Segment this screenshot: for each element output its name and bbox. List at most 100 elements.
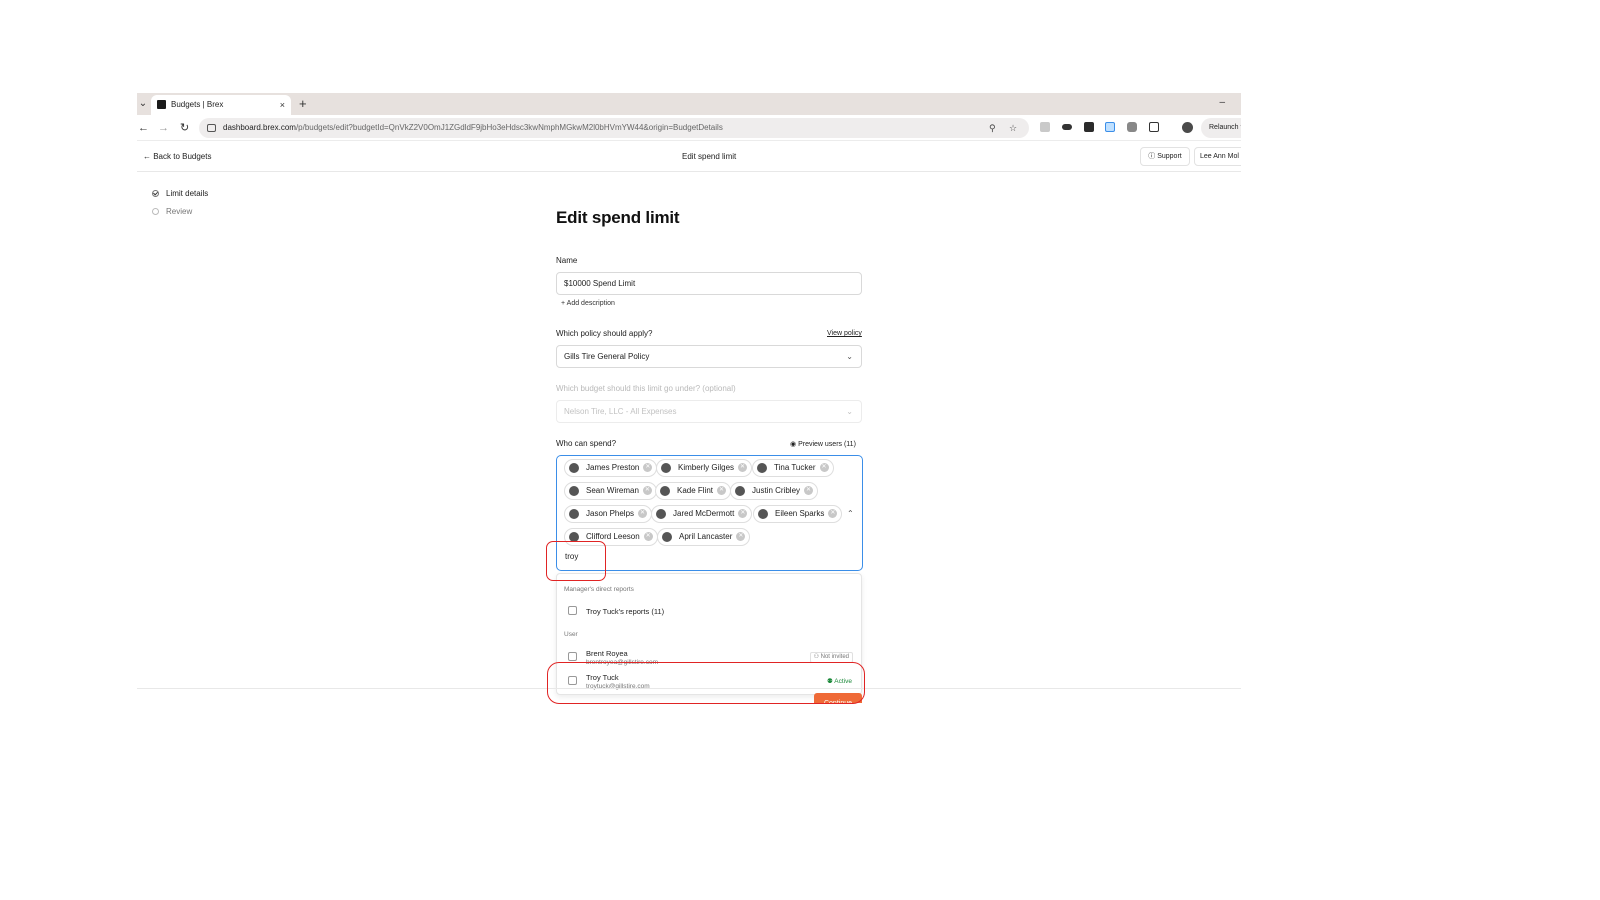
user-avatar-icon (569, 486, 579, 496)
annotation-circle-search (546, 541, 606, 581)
chip-label: April Lancaster (679, 532, 733, 541)
policy-label: Which policy should apply? (556, 329, 653, 338)
reload-icon[interactable]: ↻ (180, 121, 189, 135)
tab-strip: ⌄ Budgets | Brex × + – (137, 93, 1241, 115)
chip-label: Eileen Sparks (775, 509, 825, 518)
remove-chip-icon[interactable]: ✕ (638, 509, 648, 518)
bookmark-star-icon[interactable]: ☆ (1009, 121, 1017, 135)
budget-label: Which budget should this limit go under?… (556, 384, 736, 393)
user-avatar-icon (656, 509, 666, 519)
url-bar[interactable]: dashboard.brex.com/p/budgets/edit?budget… (199, 118, 1029, 138)
user-avatar-icon (758, 509, 768, 519)
forward-icon[interactable]: → (158, 121, 169, 135)
section-header: Manager's direct reports (564, 586, 634, 593)
check-circle-icon (152, 190, 159, 197)
chip-label: Sean Wireman (586, 486, 639, 495)
user-chip[interactable]: Sean Wireman ✕ (564, 482, 657, 500)
extension-glasses-icon[interactable] (1062, 124, 1072, 130)
preview-users-label: Preview users (11) (798, 441, 856, 448)
user-chip[interactable]: Tina Tucker ✕ (752, 459, 834, 477)
checkbox[interactable] (568, 652, 577, 661)
user-menu-button[interactable]: Lee Ann Mol (1194, 147, 1241, 166)
user-chip[interactable]: Kimberly Gilges ✕ (656, 459, 753, 477)
new-tab-button[interactable]: + (299, 94, 307, 114)
address-toolbar: ← → ↻ dashboard.brex.com/p/budgets/edit?… (137, 115, 1241, 141)
profile-avatar[interactable] (1182, 122, 1193, 133)
minimize-button[interactable]: – (1219, 93, 1225, 113)
chevron-down-icon: ⌄ (846, 352, 853, 361)
chevron-up-icon[interactable]: ⌃ (847, 509, 854, 518)
remove-chip-icon[interactable]: ✕ (643, 532, 653, 541)
site-info-icon[interactable] (207, 124, 216, 132)
annotation-circle-troy-tuck (547, 662, 865, 704)
remove-chip-icon[interactable]: ✕ (804, 486, 814, 495)
user-avatar-icon (735, 486, 745, 496)
browser-tab[interactable]: Budgets | Brex × (151, 95, 291, 115)
user-chip[interactable]: Justin Cribley ✕ (730, 482, 819, 500)
checkbox[interactable] (568, 606, 577, 615)
user-avatar-icon (757, 463, 767, 473)
eye-icon: ◉ (790, 441, 799, 448)
name-label: Name (556, 256, 578, 265)
status-text: Not invited (820, 654, 849, 660)
extension-icon[interactable] (1040, 122, 1050, 132)
help-circle-icon: ⓘ (1148, 153, 1158, 160)
preview-users-button[interactable]: ◉ Preview users (11) (790, 440, 856, 448)
tab-close-icon[interactable]: × (280, 95, 285, 115)
view-policy-link[interactable]: View policy (827, 330, 862, 337)
step-limit-details[interactable]: Limit details (152, 189, 208, 198)
remove-chip-icon[interactable]: ✕ (643, 463, 653, 472)
user-chip[interactable]: James Preston ✕ (564, 459, 658, 477)
back-icon[interactable]: ← (138, 121, 149, 135)
chip-label: Jason Phelps (586, 509, 635, 518)
extension-ai-icon[interactable] (1105, 122, 1115, 132)
policy-value: Gills Tire General Policy (564, 352, 650, 361)
user-avatar-icon (660, 486, 670, 496)
budget-value: Nelson Tire, LLC - All Expenses (564, 407, 677, 416)
user-avatar-icon (661, 463, 671, 473)
brex-favicon-icon (157, 100, 166, 109)
user-chip[interactable]: April Lancaster ✕ (657, 528, 751, 546)
step-label: Limit details (166, 189, 209, 198)
chip-label: Kimberly Gilges (678, 463, 735, 472)
remove-chip-icon[interactable]: ✕ (642, 486, 652, 495)
option-label: Troy Tuck's reports (11) (586, 607, 665, 616)
section-header: User (564, 631, 578, 638)
chip-label: Justin Cribley (752, 486, 801, 495)
extension-grid-icon[interactable] (1084, 122, 1094, 132)
budget-select: Nelson Tire, LLC - All Expenses ⌄ (556, 400, 862, 423)
back-to-budgets-link[interactable]: ← Back to Budgets (143, 152, 211, 161)
remove-chip-icon[interactable]: ✕ (738, 463, 748, 472)
chevron-down-icon: ⌄ (846, 407, 853, 416)
user-chip[interactable]: Jared McDermott ✕ (651, 505, 753, 523)
who-can-spend-label: Who can spend? (556, 439, 617, 448)
tab-search-icon[interactable]: ⌄ (137, 96, 149, 112)
chip-label: Jared McDermott (673, 509, 735, 518)
empty-circle-icon (152, 208, 159, 215)
chip-label: James Preston (586, 463, 640, 472)
chip-label: Kade Flint (677, 486, 714, 495)
policy-select[interactable]: Gills Tire General Policy ⌄ (556, 345, 862, 368)
user-chip[interactable]: Eileen Sparks ✕ (753, 505, 843, 523)
step-label: Review (166, 207, 193, 216)
remove-chip-icon[interactable]: ✕ (819, 463, 829, 472)
add-description-link[interactable]: + Add description (561, 300, 615, 307)
remove-chip-icon[interactable]: ✕ (738, 509, 748, 518)
remove-chip-icon[interactable]: ✕ (736, 532, 746, 541)
support-label: Support (1157, 153, 1182, 160)
chip-label: Clifford Leeson (586, 532, 640, 541)
reports-option[interactable]: Troy Tuck's reports (11) (557, 600, 861, 622)
extensions-puzzle-icon[interactable] (1149, 122, 1159, 132)
user-chip[interactable]: Kade Flint ✕ (655, 482, 732, 500)
remove-chip-icon[interactable]: ✕ (717, 486, 727, 495)
remove-chip-icon[interactable]: ✕ (828, 509, 838, 518)
user-chip[interactable]: Jason Phelps ✕ (564, 505, 653, 523)
support-button[interactable]: ⓘ Support (1140, 147, 1190, 166)
url-host: dashboard.brex.com (223, 123, 296, 132)
screenshot-icon[interactable] (1127, 122, 1137, 132)
user-name: Brent Royea (586, 649, 628, 658)
relaunch-button[interactable]: Relaunch t (1201, 118, 1241, 138)
name-input[interactable]: $10000 Spend Limit (556, 272, 862, 295)
zoom-icon[interactable]: ⚲ (989, 121, 996, 135)
step-review[interactable]: Review (152, 207, 192, 216)
